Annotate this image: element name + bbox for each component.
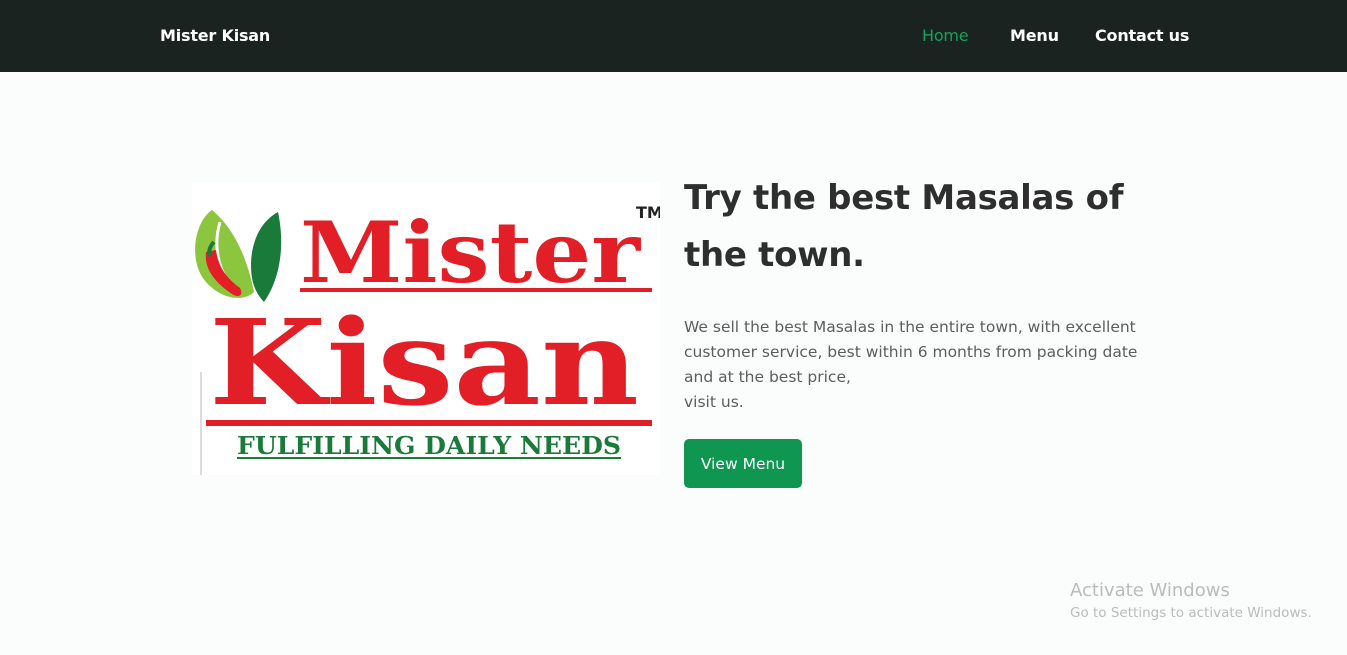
nav-links: Home Menu Contact us bbox=[0, 26, 1347, 48]
nav-home-link[interactable]: Home bbox=[922, 26, 969, 45]
hero-text-line-1: We sell the best Masalas in the entire t… bbox=[684, 318, 1136, 336]
navbar: Mister Kisan Home Menu Contact us bbox=[0, 0, 1347, 72]
activate-windows-watermark: Activate Windows Go to Settings to activ… bbox=[1070, 580, 1312, 623]
logo-tagline: FULFILLING DAILY NEEDS bbox=[237, 431, 621, 460]
logo-word-mister: Mister bbox=[300, 203, 642, 302]
hero-text-line-4: visit us. bbox=[684, 393, 744, 411]
hero-description: We sell the best Masalas in the entire t… bbox=[684, 315, 1164, 415]
watermark-title: Activate Windows bbox=[1070, 580, 1230, 601]
hero-title: Try the best Masalas of the town. bbox=[684, 170, 1154, 284]
hero-title-line-2: the town. bbox=[684, 235, 865, 275]
logo-graphic: Mister TM Kisan FULFILLING DAILY NEEDS bbox=[192, 182, 660, 475]
mister-kisan-logo: Mister TM Kisan FULFILLING DAILY NEEDS bbox=[192, 182, 660, 475]
logo-word-kisan: Kisan bbox=[209, 293, 639, 432]
hero-text-line-3: and at the best price, bbox=[684, 368, 851, 386]
watermark-subtitle: Go to Settings to activate Windows. bbox=[1070, 605, 1312, 621]
nav-contact-link[interactable]: Contact us bbox=[1095, 26, 1189, 45]
view-menu-button[interactable]: View Menu bbox=[684, 439, 802, 488]
nav-menu-link[interactable]: Menu bbox=[1010, 26, 1059, 45]
logo-tm: TM bbox=[636, 203, 660, 222]
hero-text-line-2: customer service, best within 6 months f… bbox=[684, 343, 1138, 361]
hero-title-line-1: Try the best Masalas of bbox=[684, 178, 1124, 218]
